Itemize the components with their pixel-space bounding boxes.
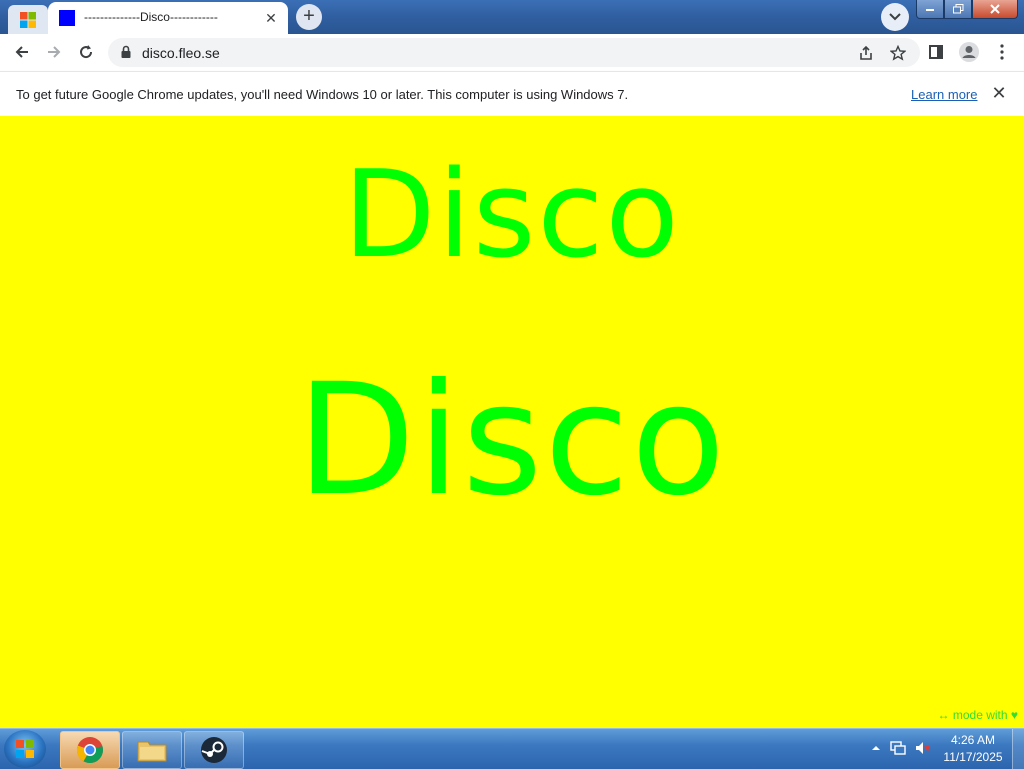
chevron-down-icon [889, 13, 901, 21]
system-clock[interactable]: 4:26 AM 11/17/2025 [936, 732, 1010, 766]
close-window-button[interactable] [972, 0, 1018, 19]
window-controls [916, 0, 1018, 20]
infobar-close-button[interactable]: ✕ [990, 84, 1008, 102]
title-bar: --------------Disco------------ ✕ + [0, 0, 1024, 34]
share-icon[interactable] [856, 43, 876, 63]
clock-date: 11/17/2025 [943, 750, 1003, 764]
mode-footer-note[interactable]: ↔ mode with ♥ [938, 708, 1018, 722]
browser-tab[interactable]: --------------Disco------------ ✕ [48, 2, 288, 34]
address-bar[interactable]: disco.fleo.se [108, 38, 920, 67]
profile-avatar-icon [959, 42, 979, 62]
back-arrow-icon [15, 46, 28, 58]
show-hidden-icons-arrow-icon[interactable] [868, 740, 884, 756]
side-panel-button[interactable] [922, 38, 950, 66]
windows-start-icon [16, 740, 34, 758]
menu-button[interactable] [988, 38, 1016, 66]
restore-button[interactable] [944, 0, 972, 19]
tab-title: --------------Disco------------ [84, 10, 218, 24]
update-infobar: To get future Google Chrome updates, you… [0, 71, 1024, 116]
steam-icon [201, 737, 227, 763]
disco-heading-2: Disco [296, 351, 728, 530]
volume-muted-icon[interactable] [914, 740, 930, 756]
new-tab-button[interactable]: + [296, 4, 322, 30]
windows-taskbar: 4:26 AM 11/17/2025 [0, 728, 1024, 769]
lock-icon[interactable] [120, 45, 132, 59]
start-button[interactable] [4, 730, 46, 768]
page-content: Disco Disco ↔ mode with ♥ [0, 116, 1024, 728]
url-text[interactable]: disco.fleo.se [142, 45, 220, 61]
chrome-icon [76, 737, 103, 764]
kebab-menu-icon [1000, 44, 1004, 60]
windows-logo-icon[interactable] [8, 5, 48, 34]
learn-more-link[interactable]: Learn more [911, 87, 977, 102]
reload-button[interactable] [72, 38, 100, 66]
forward-button[interactable] [40, 38, 68, 66]
disco-heading-1: Disco [343, 146, 681, 285]
tab-search-button[interactable] [881, 3, 909, 31]
infobar-message: To get future Google Chrome updates, you… [16, 87, 629, 102]
tab-favicon-icon [59, 10, 75, 26]
clock-time: 4:26 AM [950, 733, 996, 747]
taskbar-file-explorer[interactable] [122, 731, 182, 769]
taskbar-steam[interactable] [184, 731, 244, 769]
show-desktop-button[interactable] [1012, 729, 1024, 769]
minimize-button[interactable] [916, 0, 944, 19]
file-explorer-icon [137, 741, 167, 762]
network-icon[interactable] [890, 740, 906, 756]
tab-close-button[interactable]: ✕ [262, 9, 280, 27]
back-button[interactable] [8, 38, 36, 66]
side-panel-icon [929, 45, 943, 59]
taskbar-chrome[interactable] [60, 731, 120, 769]
forward-arrow-icon [48, 46, 61, 58]
bookmark-star-icon[interactable] [888, 43, 908, 63]
reload-icon [80, 45, 93, 59]
profile-button[interactable] [955, 38, 983, 66]
